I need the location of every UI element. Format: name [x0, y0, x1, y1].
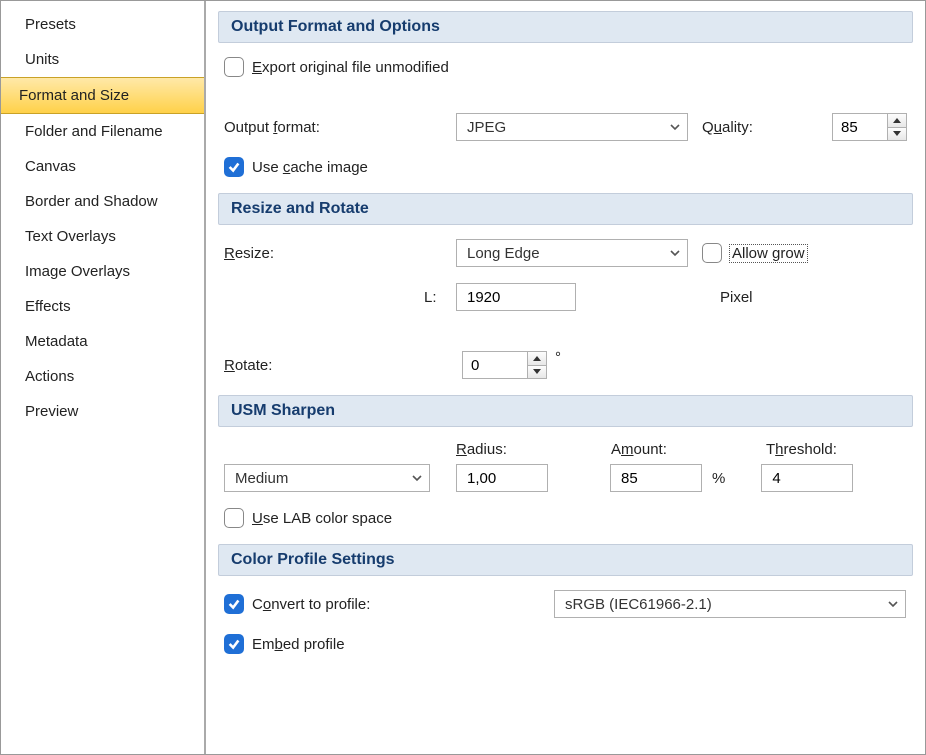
quality-step-up[interactable]: [888, 114, 906, 128]
resize-mode-select[interactable]: Long Edge: [456, 239, 688, 267]
quality-label: Quality:: [702, 119, 832, 136]
percent-label: %: [712, 470, 725, 487]
embed-profile-label: Embed profile: [252, 636, 345, 653]
rotate-input[interactable]: [463, 352, 527, 378]
chevron-down-icon: [411, 472, 423, 484]
sidebar-label: Units: [25, 51, 59, 68]
usm-preset-value: Medium: [235, 470, 288, 487]
resize-mode-value: Long Edge: [467, 245, 540, 262]
sidebar-label: Preview: [25, 403, 78, 420]
sidebar-item-metadata[interactable]: Metadata: [1, 324, 204, 359]
threshold-label: Threshold:: [766, 441, 837, 458]
rotate-label: Rotate:: [224, 357, 456, 374]
quality-input[interactable]: [833, 114, 887, 140]
rotate-stepper[interactable]: [462, 351, 547, 379]
sidebar-label: Folder and Filename: [25, 123, 163, 140]
use-cache-image-checkbox[interactable]: Use cache image: [224, 157, 368, 177]
sidebar-label: Presets: [25, 16, 76, 33]
color-profile-value: sRGB (IEC61966-2.1): [565, 596, 712, 613]
checkbox-box: [224, 508, 244, 528]
quality-stepper[interactable]: [832, 113, 907, 141]
sidebar-item-effects[interactable]: Effects: [1, 289, 204, 324]
convert-to-profile-checkbox[interactable]: Convert to profile:: [224, 594, 554, 614]
sidebar-label: Effects: [25, 298, 71, 315]
export-original-label: Export original file unmodified: [252, 59, 449, 76]
sidebar: Presets Units Format and Size Folder and…: [1, 1, 206, 754]
export-original-checkbox[interactable]: Export original file unmodified: [224, 57, 449, 77]
section-header-color-profile: Color Profile Settings: [218, 544, 913, 576]
checkbox-box: [224, 634, 244, 654]
checkbox-box: [224, 157, 244, 177]
use-lab-checkbox[interactable]: Use LAB color space: [224, 508, 392, 528]
long-side-label: L:: [424, 289, 456, 306]
app-root: Presets Units Format and Size Folder and…: [1, 1, 925, 754]
usm-preset-select[interactable]: Medium: [224, 464, 430, 492]
sidebar-item-preview[interactable]: Preview: [1, 394, 204, 429]
chevron-down-icon: [887, 598, 899, 610]
rotate-step-up[interactable]: [528, 352, 546, 366]
sidebar-label: Actions: [25, 368, 74, 385]
threshold-input[interactable]: [761, 464, 853, 492]
degree-symbol: °: [555, 349, 561, 366]
checkbox-box: [702, 243, 722, 263]
sidebar-label: Metadata: [25, 333, 88, 350]
radius-label: Radius:: [456, 441, 611, 458]
convert-to-profile-label: Convert to profile:: [252, 596, 370, 613]
resize-label: Resize:: [224, 245, 456, 262]
long-side-input[interactable]: [456, 283, 576, 311]
sidebar-item-canvas[interactable]: Canvas: [1, 149, 204, 184]
sidebar-item-folder-and-filename[interactable]: Folder and Filename: [1, 114, 204, 149]
sidebar-item-border-and-shadow[interactable]: Border and Shadow: [1, 184, 204, 219]
sidebar-label: Format and Size: [19, 87, 129, 104]
sidebar-item-units[interactable]: Units: [1, 42, 204, 77]
checkbox-box: [224, 594, 244, 614]
sidebar-label: Border and Shadow: [25, 193, 158, 210]
chevron-down-icon: [669, 247, 681, 259]
sidebar-label: Canvas: [25, 158, 76, 175]
chevron-down-icon: [669, 121, 681, 133]
amount-label: Amount:: [611, 441, 766, 458]
embed-profile-checkbox[interactable]: Embed profile: [224, 634, 345, 654]
sidebar-item-image-overlays[interactable]: Image Overlays: [1, 254, 204, 289]
checkbox-box: [224, 57, 244, 77]
rotate-step-down[interactable]: [528, 366, 546, 379]
use-cache-image-label: Use cache image: [252, 159, 368, 176]
allow-grow-checkbox[interactable]: Allow grow: [702, 243, 807, 263]
output-format-value: JPEG: [467, 119, 506, 136]
main-panel: Output Format and Options Export origina…: [206, 1, 925, 754]
sidebar-item-format-and-size[interactable]: Format and Size: [1, 77, 204, 114]
output-format-label: Output format:: [224, 119, 456, 136]
sidebar-label: Image Overlays: [25, 263, 130, 280]
sidebar-item-presets[interactable]: Presets: [1, 7, 204, 42]
radius-input[interactable]: [456, 464, 548, 492]
section-header-usm: USM Sharpen: [218, 395, 913, 427]
amount-input[interactable]: [610, 464, 702, 492]
section-header-resize: Resize and Rotate: [218, 193, 913, 225]
sidebar-item-text-overlays[interactable]: Text Overlays: [1, 219, 204, 254]
sidebar-label: Text Overlays: [25, 228, 116, 245]
sidebar-item-actions[interactable]: Actions: [1, 359, 204, 394]
color-profile-select[interactable]: sRGB (IEC61966-2.1): [554, 590, 906, 618]
section-header-output: Output Format and Options: [218, 11, 913, 43]
unit-label: Pixel: [720, 289, 753, 306]
use-lab-label: Use LAB color space: [252, 510, 392, 527]
allow-grow-label: Allow grow: [730, 245, 807, 262]
output-format-select[interactable]: JPEG: [456, 113, 688, 141]
quality-step-down[interactable]: [888, 128, 906, 141]
